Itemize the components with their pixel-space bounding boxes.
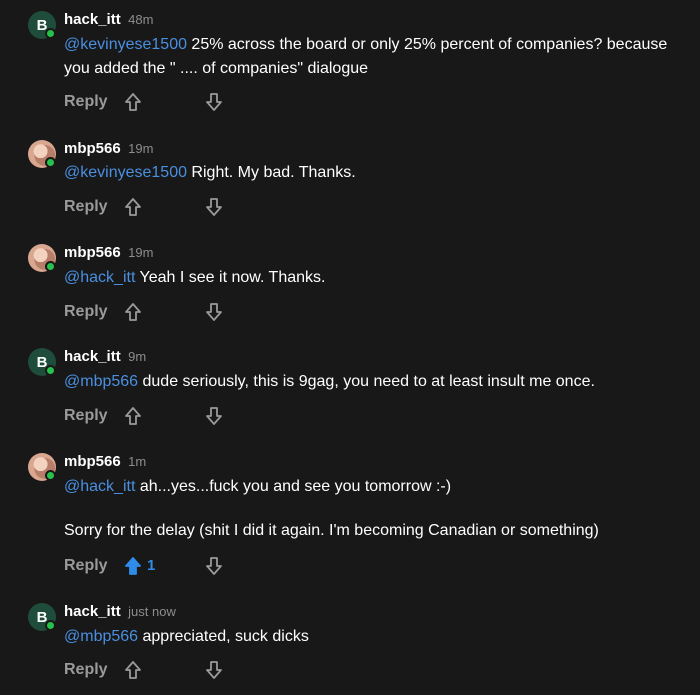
reply-button[interactable]: Reply <box>64 303 108 321</box>
comment-paragraph: Sorry for the delay (shit I did it again… <box>64 522 599 539</box>
username[interactable]: hack_itt <box>64 11 121 28</box>
downvote-arrow-icon[interactable] <box>204 92 224 112</box>
upvote-arrow-icon[interactable] <box>123 92 143 112</box>
comment-text: @hack_itt ah...yes...fuck you and see yo… <box>64 475 689 543</box>
timestamp: just now <box>128 604 176 619</box>
online-status-icon <box>45 620 56 631</box>
downvote-arrow-icon[interactable] <box>204 660 224 680</box>
upvote-arrow-icon[interactable] <box>123 302 143 322</box>
mention-link[interactable]: @mbp566 <box>64 373 138 390</box>
comment-thread: B hack_itt 48m @kevinyese1500 25% across… <box>0 0 700 695</box>
online-status-icon <box>45 365 56 376</box>
username[interactable]: hack_itt <box>64 348 121 365</box>
timestamp: 1m <box>128 454 147 469</box>
comment-actions: Reply 1 <box>64 556 222 576</box>
upvote-arrow-icon[interactable] <box>123 197 143 217</box>
username[interactable]: mbp566 <box>64 453 121 470</box>
upvote-count: 1 <box>147 557 156 574</box>
mention-link[interactable]: @hack_itt <box>64 269 135 286</box>
username[interactable]: mbp566 <box>64 140 121 157</box>
downvote-arrow-icon[interactable] <box>204 406 224 426</box>
mention-link[interactable]: @kevinyese1500 <box>64 36 187 53</box>
reply-button[interactable]: Reply <box>64 93 108 111</box>
reply-button[interactable]: Reply <box>64 198 108 216</box>
mention-link[interactable]: @mbp566 <box>64 628 138 645</box>
comment-actions: Reply <box>64 92 222 112</box>
online-status-icon <box>45 157 56 168</box>
mention-link[interactable]: @hack_itt <box>64 478 135 495</box>
downvote-arrow-icon[interactable] <box>204 302 224 322</box>
online-status-icon <box>45 28 56 39</box>
reply-button[interactable]: Reply <box>64 407 108 425</box>
downvote-arrow-icon[interactable] <box>204 556 224 576</box>
reply-button[interactable]: Reply <box>64 661 108 679</box>
comment-actions: Reply <box>64 197 222 217</box>
comment-actions: Reply <box>64 406 222 426</box>
downvote-arrow-icon[interactable] <box>204 197 224 217</box>
comment-text: @mbp566 dude seriously, this is 9gag, yo… <box>64 373 595 390</box>
comment-text: @kevinyese1500 Right. My bad. Thanks. <box>64 164 356 181</box>
timestamp: 19m <box>128 245 154 260</box>
comment-actions: Reply <box>64 302 222 322</box>
upvote-arrow-icon[interactable] <box>123 556 143 576</box>
reply-button[interactable]: Reply <box>64 557 108 575</box>
comment-actions: Reply <box>64 660 222 680</box>
comment-text: @mbp566 appreciated, suck dicks <box>64 628 309 645</box>
comment-text: @hack_itt Yeah I see it now. Thanks. <box>64 269 326 286</box>
online-status-icon <box>45 470 56 481</box>
timestamp: 9m <box>128 349 147 364</box>
online-status-icon <box>45 261 56 272</box>
username[interactable]: hack_itt <box>64 603 121 620</box>
timestamp: 48m <box>128 12 154 27</box>
upvote-arrow-icon[interactable] <box>123 660 143 680</box>
mention-link[interactable]: @kevinyese1500 <box>64 164 187 181</box>
upvote-arrow-icon[interactable] <box>123 406 143 426</box>
timestamp: 19m <box>128 141 154 156</box>
username[interactable]: mbp566 <box>64 244 121 261</box>
comment-text: @kevinyese1500 25% across the board or o… <box>64 36 668 77</box>
